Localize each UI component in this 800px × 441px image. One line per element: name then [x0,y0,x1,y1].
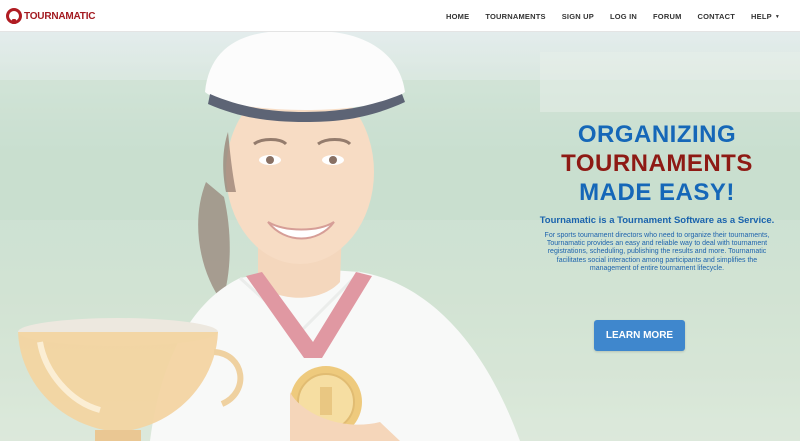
hero-promo: ORGANIZING TOURNAMENTS MADE EASY! Tourna… [532,120,782,273]
main-nav: HOME TOURNAMENTS SIGN UP LOG IN FORUM CO… [430,0,780,32]
tournamatic-logo-icon [6,8,22,24]
top-navbar: TOURNAMATIC HOME TOURNAMENTS SIGN UP LOG… [0,0,800,32]
hero-section: ORGANIZING TOURNAMENTS MADE EASY! Tourna… [0,32,800,441]
headline-line-2: TOURNAMENTS [561,150,753,177]
nav-help-label: HELP [751,11,772,21]
learn-more-button[interactable]: LEARN MORE [594,320,685,351]
brand-logo-link[interactable]: TOURNAMATIC [6,6,96,26]
hero-subtitle: Tournamatic is a Tournament Software as … [539,215,775,226]
hero-description: For sports tournament directors who need… [544,232,770,272]
nav-tournaments[interactable]: TOURNAMENTS [485,12,545,21]
brand-name: TOURNAMATIC [24,10,96,22]
nav-home[interactable]: HOME [446,12,469,21]
nav-log-in[interactable]: LOG IN [610,12,637,21]
nav-help-dropdown[interactable]: HELP ▼ [751,12,780,21]
headline-line-1: ORGANIZING [577,121,737,148]
headline-line-3: MADE EASY! [579,179,735,206]
nav-contact[interactable]: CONTACT [698,12,736,21]
nav-forum[interactable]: FORUM [653,12,682,21]
nav-sign-up[interactable]: SIGN UP [562,12,594,21]
caret-down-icon: ▼ [774,13,780,20]
